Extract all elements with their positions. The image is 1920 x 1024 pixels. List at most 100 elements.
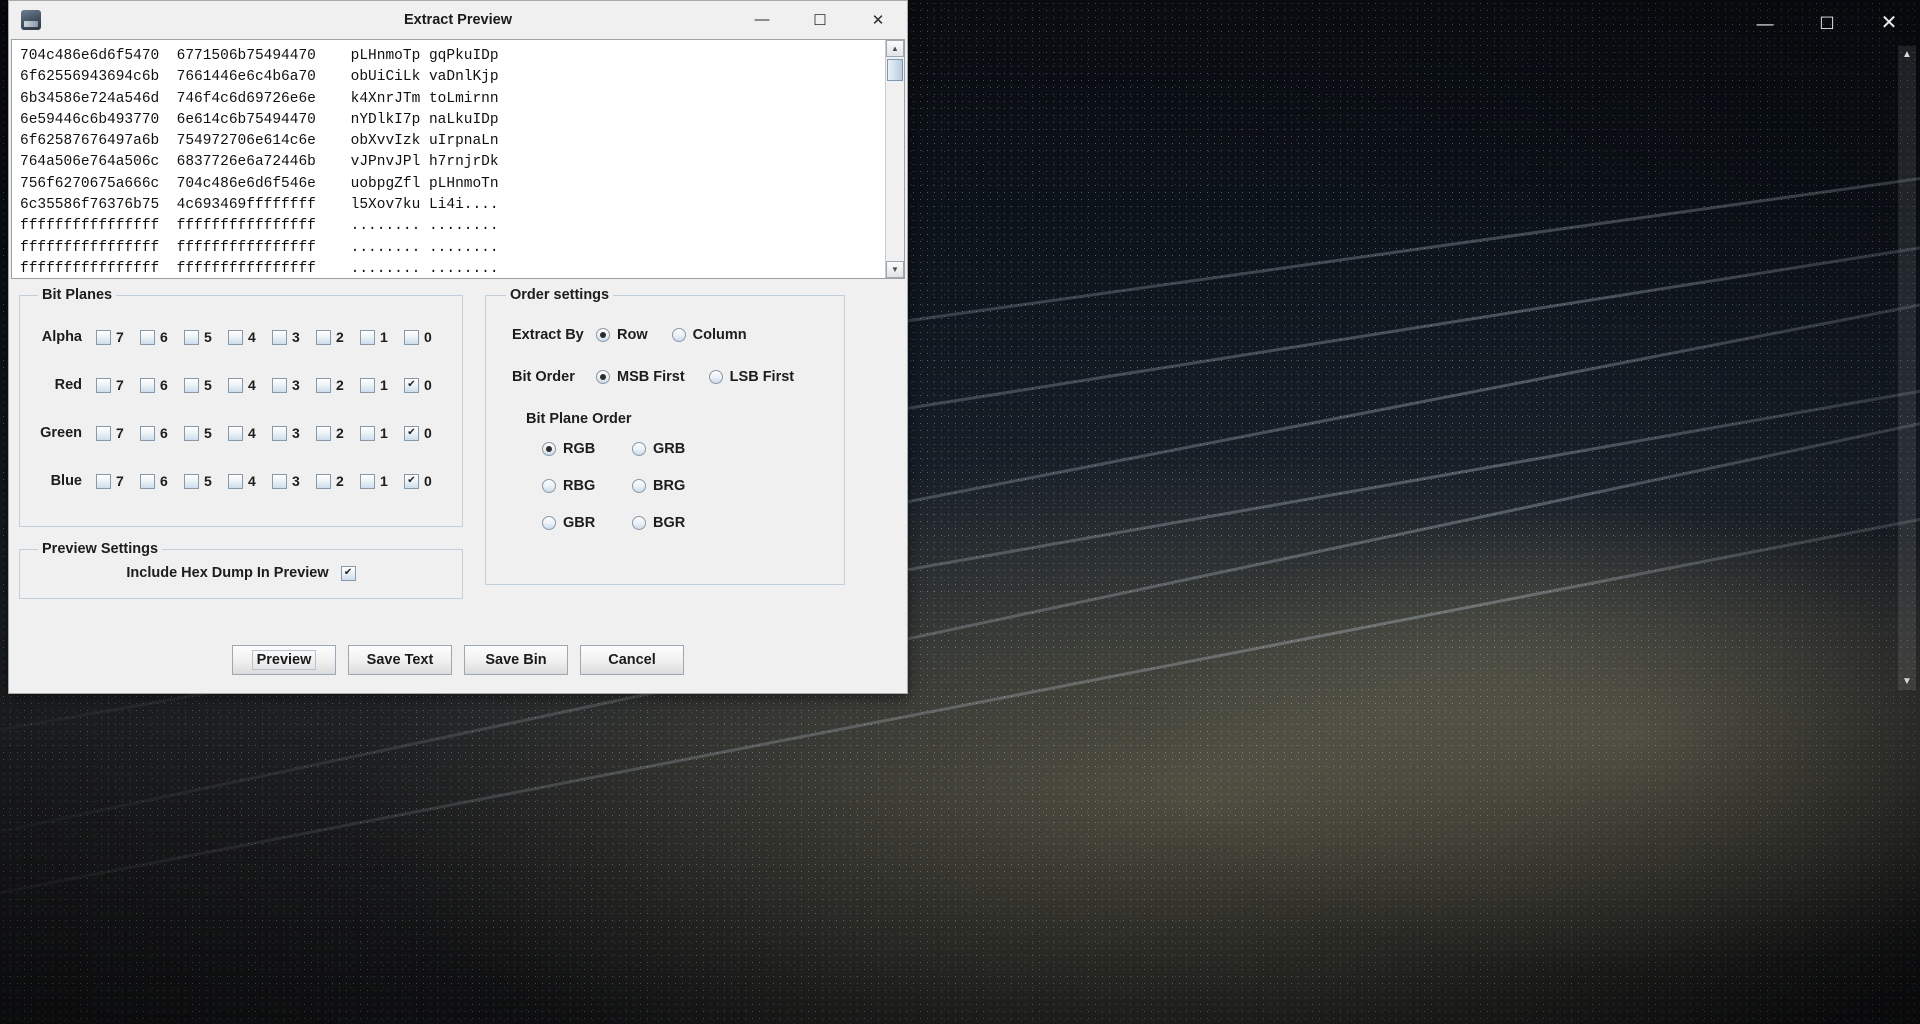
checkbox-blue-bit-0[interactable]	[404, 473, 419, 489]
checkbox-blue-bit-1[interactable]	[360, 473, 375, 489]
bit-plane-cell: 3	[272, 425, 316, 441]
checkbox-blue-bit-6[interactable]	[140, 473, 155, 489]
bit-planes-group: Bit Planes Alpha76543210Red76543210Green…	[19, 287, 463, 527]
bit-order-lsb-first-radio[interactable]	[708, 370, 723, 384]
minimize-button[interactable]: —	[733, 1, 791, 39]
checkbox-red-bit-6[interactable]	[140, 377, 155, 393]
checkbox-green-bit-2[interactable]	[316, 425, 331, 441]
save-text-button[interactable]: Save Text	[348, 645, 452, 675]
bit-plane-order-bgr-label: BGR	[653, 515, 686, 531]
background-window-scroll-down-icon[interactable]: ▼	[1898, 673, 1916, 690]
bit-number-label: 0	[424, 473, 432, 489]
checkbox-alpha-bit-4[interactable]	[228, 329, 243, 345]
bit-number-label: 3	[292, 329, 300, 345]
bit-plane-cell: 7	[96, 473, 140, 489]
checkbox-green-bit-4[interactable]	[228, 425, 243, 441]
checkbox-green-bit-0[interactable]	[404, 425, 419, 441]
bit-plane-order-rgb-radio[interactable]	[542, 442, 556, 456]
checkbox-red-bit-2[interactable]	[316, 377, 331, 393]
bit-number-label: 6	[160, 329, 168, 345]
checkbox-red-bit-7[interactable]	[96, 377, 111, 393]
extract-by-row[interactable]: Row	[596, 327, 648, 343]
include-hex-dump-checkbox[interactable]	[340, 565, 356, 581]
bit-plane-order-grb-radio[interactable]	[632, 442, 646, 456]
background-window-scroll-up-icon[interactable]: ▲	[1898, 46, 1916, 63]
checkbox-blue-bit-5[interactable]	[184, 473, 199, 489]
background-window-close-icon[interactable]: ✕	[1858, 0, 1920, 46]
bit-plane-cell: 5	[184, 473, 228, 489]
checkbox-alpha-bit-2[interactable]	[316, 329, 331, 345]
extract-by-row-radio[interactable]	[596, 328, 610, 342]
bit-plane-cell: 4	[228, 329, 272, 345]
bit-plane-order-rbg-radio[interactable]	[542, 479, 556, 493]
bit-plane-cell: 3	[272, 329, 316, 345]
bit-order-msb-first[interactable]: MSB First	[596, 369, 685, 385]
bit-number-label: 0	[424, 377, 432, 393]
bit-plane-order-rbg[interactable]: RBG	[542, 478, 608, 494]
checkbox-red-bit-1[interactable]	[360, 377, 375, 393]
checkbox-green-bit-5[interactable]	[184, 425, 199, 441]
bit-order-msb-first-label: MSB First	[617, 369, 685, 385]
scrollbar-thumb[interactable]	[887, 59, 903, 81]
checkbox-blue-bit-3[interactable]	[272, 473, 287, 489]
checkbox-alpha-bit-5[interactable]	[184, 329, 199, 345]
checkbox-red-bit-3[interactable]	[272, 377, 287, 393]
bit-planes-legend: Bit Planes	[42, 287, 113, 303]
checkbox-green-bit-6[interactable]	[140, 425, 155, 441]
checkbox-blue-bit-7[interactable]	[96, 473, 111, 489]
bit-order-lsb-first[interactable]: LSB First	[708, 369, 794, 385]
cancel-button[interactable]: Cancel	[580, 645, 684, 675]
checkbox-green-bit-7[interactable]	[96, 425, 111, 441]
hex-preview-area[interactable]: 704c486e6d6f5470 6771506b75494470 pLHnmo…	[11, 39, 905, 279]
left-settings-column: Bit Planes Alpha76543210Red76543210Green…	[19, 287, 463, 599]
bit-order-label: Bit Order	[512, 369, 575, 385]
scroll-up-icon[interactable]: ▲	[886, 40, 904, 57]
bit-plane-order-gbr[interactable]: GBR	[542, 515, 608, 531]
bit-plane-cell: 7	[96, 377, 140, 393]
checkbox-red-bit-0[interactable]	[404, 377, 419, 393]
bit-plane-channel-label: Alpha	[41, 329, 82, 345]
hex-preview-scrollbar[interactable]: ▲ ▼	[885, 40, 904, 278]
bit-plane-cell: 2	[316, 473, 360, 489]
bit-plane-order-brg[interactable]: BRG	[632, 478, 698, 494]
bit-plane-order-brg-radio[interactable]	[632, 479, 646, 493]
checkbox-alpha-bit-7[interactable]	[96, 329, 111, 345]
background-window-scrollbar[interactable]	[1898, 46, 1916, 690]
include-hex-dump-label: Include Hex Dump In Preview	[126, 565, 329, 581]
bit-plane-order-gbr-radio[interactable]	[542, 516, 556, 530]
checkbox-blue-bit-2[interactable]	[316, 473, 331, 489]
extract-by-column-radio[interactable]	[671, 328, 686, 342]
bit-plane-cell: 6	[140, 377, 184, 393]
extract-by-column[interactable]: Column	[671, 327, 747, 343]
checkbox-green-bit-1[interactable]	[360, 425, 375, 441]
save-bin-button[interactable]: Save Bin	[464, 645, 568, 675]
background-window-minimize-icon[interactable]: —	[1734, 0, 1796, 46]
checkbox-red-bit-4[interactable]	[228, 377, 243, 393]
maximize-button[interactable]: ☐	[791, 1, 849, 39]
dialog-titlebar[interactable]: Extract Preview — ☐ ✕	[9, 1, 907, 39]
bit-order-msb-first-radio[interactable]	[596, 370, 610, 384]
bit-plane-order-bgr[interactable]: BGR	[632, 515, 698, 531]
bit-plane-cell: 4	[228, 425, 272, 441]
checkbox-blue-bit-4[interactable]	[228, 473, 243, 489]
background-window-maximize-icon[interactable]: ☐	[1796, 0, 1858, 46]
checkbox-alpha-bit-1[interactable]	[360, 329, 375, 345]
extract-by-options: Row Column	[596, 327, 771, 343]
checkbox-alpha-bit-0[interactable]	[404, 329, 419, 345]
bit-plane-order-rgb[interactable]: RGB	[542, 441, 608, 457]
preview-button[interactable]: Preview	[232, 645, 336, 675]
checkbox-green-bit-3[interactable]	[272, 425, 287, 441]
bit-plane-order-bgr-radio[interactable]	[632, 516, 646, 530]
bit-plane-order-grb[interactable]: GRB	[632, 441, 698, 457]
checkbox-alpha-bit-6[interactable]	[140, 329, 155, 345]
bit-plane-cell: 2	[316, 425, 360, 441]
bit-number-label: 4	[248, 473, 256, 489]
bit-number-label: 1	[380, 473, 388, 489]
scroll-down-icon[interactable]: ▼	[886, 261, 904, 278]
bit-plane-cell: 5	[184, 425, 228, 441]
close-button[interactable]: ✕	[849, 1, 907, 39]
bit-number-label: 5	[204, 425, 212, 441]
include-hex-dump-row[interactable]: Include Hex Dump In Preview	[32, 565, 450, 581]
checkbox-red-bit-5[interactable]	[184, 377, 199, 393]
checkbox-alpha-bit-3[interactable]	[272, 329, 287, 345]
